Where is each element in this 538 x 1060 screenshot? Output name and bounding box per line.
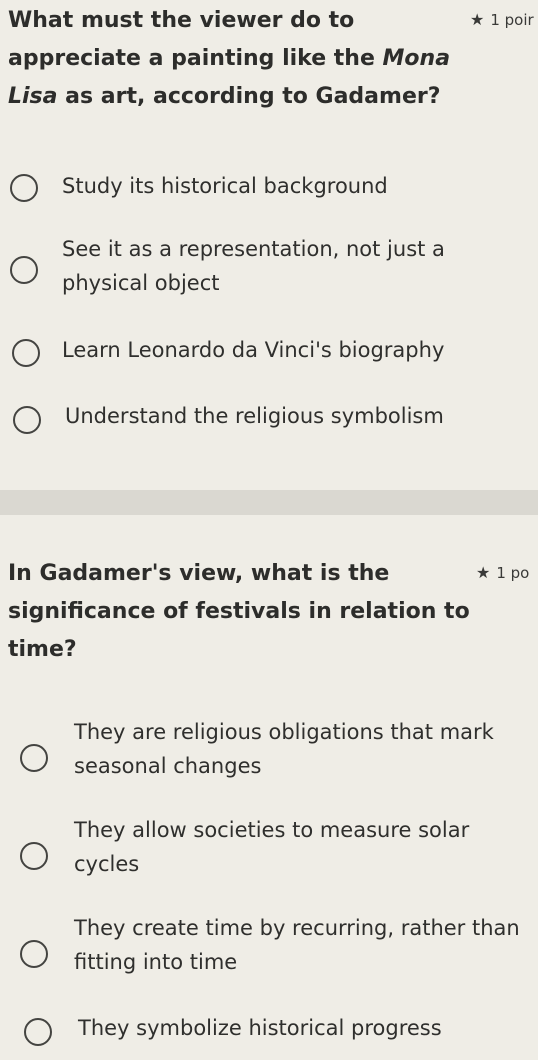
question-card-2: In Gadamer's view, what is the significa…	[0, 515, 538, 1060]
option-4[interactable]: They symbolize historical progress	[0, 1011, 538, 1055]
question-card-1: What must the viewer do to appreciate a …	[0, 0, 538, 490]
italic-title: Lisa	[8, 84, 58, 109]
radio-unchecked-icon[interactable]	[13, 406, 41, 434]
question-text: In Gadamer's view, what is the significa…	[8, 555, 470, 669]
radio-unchecked-icon[interactable]	[20, 744, 48, 772]
option-3[interactable]: Learn Leonardo da Vinci's biography	[0, 330, 538, 374]
question-line: time?	[8, 637, 77, 662]
option-label: They allow societies to measure solar cy…	[74, 818, 470, 876]
option-label: They are religious obligations that mark…	[74, 720, 494, 778]
option-label: See it as a representation, not just a p…	[62, 237, 445, 295]
option-label: Learn Leonardo da Vinci's biography	[62, 338, 445, 362]
question-line: What must the viewer do to	[8, 8, 355, 33]
section-divider	[0, 490, 538, 515]
option-3[interactable]: They create time by recurring, rather th…	[0, 911, 538, 983]
italic-title: Mona	[382, 46, 451, 71]
points-label: ★ 1 poir	[470, 10, 534, 29]
points-label: ★ 1 po	[476, 563, 530, 582]
required-star-icon: ★	[470, 10, 485, 29]
option-label: Study its historical background	[62, 174, 388, 198]
question-line: Lisa as art, according to Gadamer?	[8, 84, 441, 109]
required-star-icon: ★	[476, 563, 491, 582]
question-line: In Gadamer's view, what is the	[8, 561, 390, 586]
option-4[interactable]: Understand the religious symbolism	[0, 396, 538, 440]
question-line: appreciate a painting like the Mona	[8, 46, 451, 71]
option-2[interactable]: See it as a representation, not just a p…	[0, 232, 538, 302]
option-1[interactable]: They are religious obligations that mark…	[0, 715, 538, 787]
radio-unchecked-icon[interactable]	[10, 174, 38, 202]
question-text: What must the viewer do to appreciate a …	[8, 2, 450, 116]
option-label: They symbolize historical progress	[78, 1016, 442, 1040]
radio-unchecked-icon[interactable]	[10, 256, 38, 284]
option-label: Understand the religious symbolism	[65, 404, 444, 428]
radio-unchecked-icon[interactable]	[12, 339, 40, 367]
question-line: significance of festivals in relation to	[8, 599, 470, 624]
radio-unchecked-icon[interactable]	[20, 842, 48, 870]
option-label: They create time by recurring, rather th…	[74, 916, 520, 974]
radio-unchecked-icon[interactable]	[24, 1018, 52, 1046]
radio-unchecked-icon[interactable]	[20, 940, 48, 968]
option-1[interactable]: Study its historical background	[0, 166, 538, 210]
option-2[interactable]: They allow societies to measure solar cy…	[0, 813, 538, 885]
